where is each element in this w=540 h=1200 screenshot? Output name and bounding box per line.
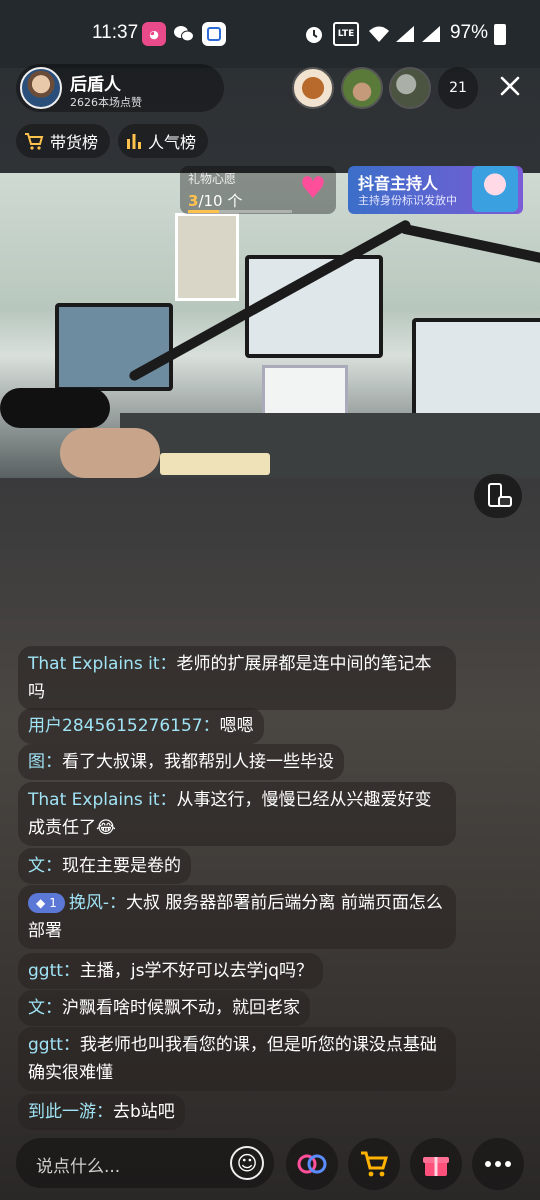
wall-picture	[175, 213, 239, 301]
host-badge-subtitle: 主持身份标识发放中	[358, 194, 457, 207]
comment-text: 现在主要是卷的	[62, 856, 181, 876]
close-icon	[500, 76, 520, 96]
comment-text: 沪飘看啥时候飘不动，就回老家	[62, 998, 300, 1018]
comment-user[interactable]: 用户2845615276157：	[28, 716, 220, 736]
comment-item[interactable]: 用户2845615276157：嗯嗯	[18, 708, 264, 744]
comment-item[interactable]: 图：看了大叔课，我都帮别人接一些毕设	[18, 744, 344, 780]
comment-text: 我老师也叫我看您的课，但是听您的课没点基础确实很难懂	[28, 1035, 437, 1083]
gift-icon	[423, 1157, 449, 1176]
comment-item[interactable]: ggtt：主播，js学不好可以去学jq吗？	[18, 953, 324, 989]
wifi-icon	[367, 22, 391, 46]
signal-3g-icon	[419, 22, 443, 46]
host-name[interactable]: 后盾人	[70, 70, 121, 95]
comment-user[interactable]: That Explains it：	[28, 654, 177, 674]
keyboard	[160, 453, 270, 475]
alarm-icon	[302, 22, 326, 46]
microphone	[0, 388, 110, 428]
wish-total: /10 个	[198, 192, 243, 210]
wish-title: 礼物心愿	[188, 172, 237, 186]
sales-rank-label: 带货榜	[50, 133, 99, 152]
comment-text: 嗯嗯	[219, 716, 254, 736]
sales-rank-button[interactable]: 带货榜	[16, 124, 111, 158]
comment-text: 看了大叔课，我都帮别人接一些毕设	[62, 752, 334, 772]
cart-icon	[25, 133, 44, 150]
monitor-right	[412, 318, 540, 426]
heart-icon: ♥	[299, 171, 327, 206]
comment-text: 去b站吧	[113, 1102, 175, 1122]
wish-progress: 3/10 个	[188, 190, 242, 211]
emoji-button[interactable]: ☺	[230, 1146, 264, 1180]
comment-item[interactable]: ggtt：我老师也叫我看您的课，但是听您的课没点基础确实很难懂	[18, 1027, 456, 1091]
gift-button[interactable]	[410, 1138, 462, 1190]
comment-text: 主播，js学不好可以去学jq吗？	[79, 961, 314, 981]
app-badge-icon: ◕	[142, 22, 166, 46]
emoji-icon: ☺	[236, 1151, 258, 1175]
comment-item[interactable]: 文：现在主要是卷的	[18, 848, 191, 884]
battery-icon	[494, 24, 506, 45]
signal-5g-icon	[393, 22, 417, 46]
hand	[60, 428, 160, 478]
user-level: 1	[49, 896, 57, 910]
user-level-badge: ◆ 1	[28, 893, 65, 913]
comment-user[interactable]: That Explains it：	[28, 790, 177, 810]
shopping-cart-button[interactable]	[348, 1138, 400, 1190]
comment-item[interactable]: That Explains it：从事这行，慢慢已经从兴趣爱好变成责任了😂	[18, 782, 456, 846]
host-badge-title: 抖音主持人	[358, 174, 439, 193]
comment-item[interactable]: 到此一游：去b站吧	[18, 1094, 185, 1130]
viewer-count[interactable]: 21	[438, 67, 478, 109]
comment-user[interactable]: ggtt：	[28, 1035, 80, 1055]
wish-progress-fill	[188, 210, 220, 213]
viewer-avatar[interactable]	[341, 67, 383, 109]
app-icon	[202, 22, 226, 46]
popularity-rank-label: 人气榜	[148, 133, 197, 152]
wish-current: 3	[188, 192, 199, 210]
link-icon	[297, 1154, 327, 1174]
host-avatar[interactable]	[20, 67, 62, 109]
bar-chart-icon	[127, 134, 141, 149]
comment-user[interactable]: 图：	[28, 752, 62, 772]
viewer-avatar[interactable]	[292, 67, 334, 109]
comment-user[interactable]: 文：	[28, 856, 62, 876]
host-like-count: 2626本场点赞	[70, 96, 142, 109]
mic-arm-upper	[398, 223, 540, 267]
popularity-rank-button[interactable]: 人气榜	[118, 124, 209, 158]
battery-percentage: 97%	[449, 22, 488, 43]
rotate-screen-icon	[488, 483, 512, 507]
comment-user[interactable]: 挽风-：	[69, 893, 126, 913]
badge-character-image	[472, 166, 518, 212]
comment-item[interactable]: That Explains it：老师的扩展屏都是连中间的笔记本吗	[18, 646, 456, 710]
close-button[interactable]	[494, 70, 526, 106]
comment-item[interactable]: ◆ 1 挽风-：大叔 服务器部署前后端分离 前端页面怎么部署	[18, 885, 456, 949]
more-button[interactable]	[472, 1138, 524, 1190]
more-icon	[485, 1161, 511, 1167]
comment-input-placeholder: 说点什么...	[36, 1157, 121, 1177]
live-video[interactable]	[0, 173, 540, 478]
comment-user[interactable]: 文：	[28, 998, 62, 1018]
monitor-left	[55, 303, 173, 391]
cart-icon	[361, 1151, 389, 1177]
link-mic-button[interactable]	[286, 1138, 338, 1190]
comment-user[interactable]: 到此一游：	[28, 1102, 113, 1122]
wechat-icon	[172, 22, 196, 46]
screen-orientation-button[interactable]	[474, 474, 522, 518]
volte-icon: LTE	[333, 22, 359, 46]
diamond-icon: ◆	[36, 896, 46, 910]
comment-item[interactable]: 文：沪飘看啥时候飘不动，就回老家	[18, 990, 310, 1026]
status-time: 11:37	[92, 22, 139, 43]
viewer-avatar[interactable]	[389, 67, 431, 109]
comment-user[interactable]: ggtt：	[28, 961, 80, 981]
